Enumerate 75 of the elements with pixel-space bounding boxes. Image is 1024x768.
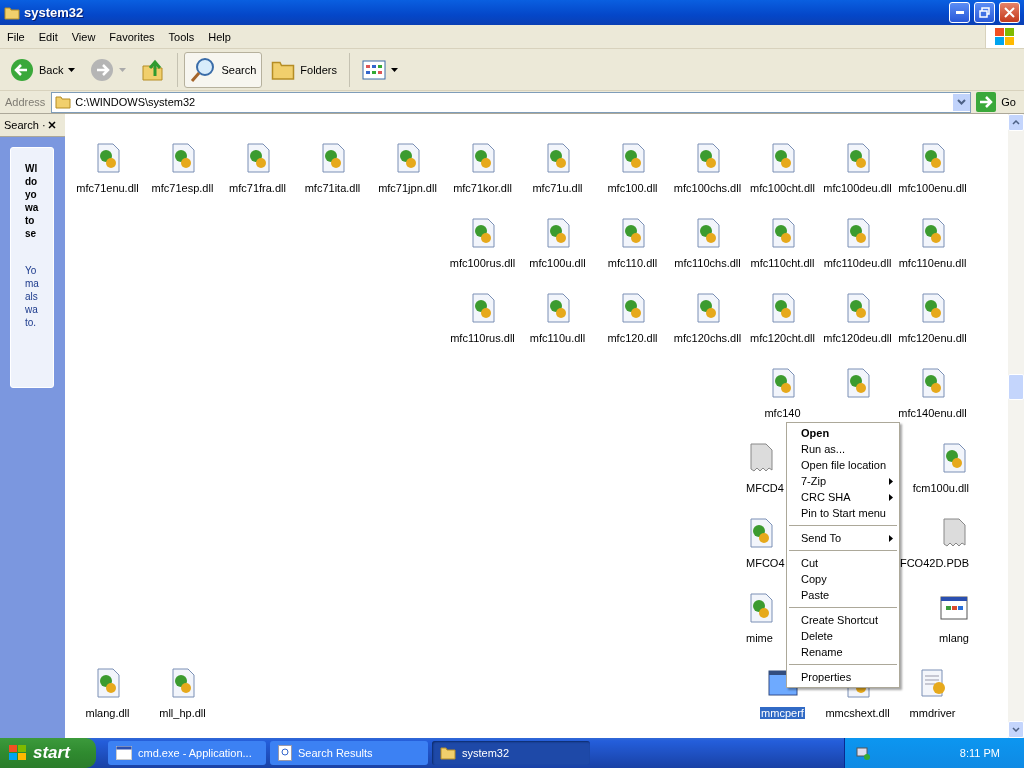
file-name[interactable]: mfc100u.dll: [528, 257, 587, 269]
file-name[interactable]: mlang: [938, 632, 970, 644]
file-name[interactable]: mmcshext.dll: [824, 707, 891, 719]
file-name[interactable]: mfc100enu.dll: [897, 182, 968, 194]
address-label: Address: [4, 96, 47, 108]
search-question: Wl do yo wa to se: [25, 162, 40, 240]
file-name[interactable]: mfc100deu.dll: [822, 182, 893, 194]
file-name[interactable]: mmdriver: [908, 707, 957, 719]
file-name[interactable]: mfc120cht.dll: [749, 332, 816, 344]
search-button[interactable]: Search: [184, 51, 263, 88]
file-name[interactable]: mfc120deu.dll: [822, 332, 893, 344]
file-name[interactable]: MFCD4: [745, 482, 785, 494]
menu-item[interactable]: Run as...: [787, 441, 899, 457]
file-name[interactable]: mfc110chs.dll: [673, 257, 742, 269]
file-name[interactable]: mfc100.dll: [606, 182, 659, 194]
file-name[interactable]: mlang.dll: [84, 707, 131, 719]
file-name[interactable]: mfc110cht.dll: [749, 257, 816, 269]
pane-title: Search ·: [4, 119, 46, 131]
menu-item[interactable]: Delete: [787, 628, 899, 644]
file-name[interactable]: mfc120chs.dll: [672, 332, 743, 344]
address-field[interactable]: C:\WINDOWS\system32: [51, 91, 972, 113]
file-name[interactable]: mfc71esp.dll: [150, 182, 215, 194]
menu-item[interactable]: Tools: [161, 30, 202, 43]
menu-item[interactable]: Cut: [787, 555, 899, 571]
clock: 8:11 PM: [959, 747, 1000, 759]
file-name[interactable]: mfc71kor.dll: [452, 182, 513, 194]
search-hint: Yo ma als wa to.: [25, 264, 40, 329]
menu-item[interactable]: File: [0, 30, 32, 43]
file-name[interactable]: fcm100u.dll: [911, 482, 970, 494]
file-name[interactable]: mfc110rus.dll: [449, 332, 516, 344]
menu-item[interactable]: Send To: [787, 530, 899, 546]
back-button[interactable]: Back: [4, 51, 82, 88]
menu-item[interactable]: 7-Zip: [787, 473, 899, 489]
file-name[interactable]: mime: [745, 632, 774, 644]
file-name[interactable]: mfc110.dll: [606, 257, 659, 269]
search-pane-tab[interactable]: Search ·: [0, 114, 65, 137]
taskbar-button[interactable]: system32: [432, 741, 590, 765]
file-name[interactable]: MFCO4: [745, 557, 786, 569]
file-name[interactable]: mmcperf: [760, 707, 805, 719]
file-name[interactable]: mfc110u.dll: [528, 332, 587, 344]
menu-item[interactable]: View: [64, 30, 103, 43]
file-name[interactable]: mfc100rus.dll: [448, 257, 517, 269]
menu-item[interactable]: Properties: [787, 669, 899, 685]
file-name[interactable]: mfc140: [763, 407, 802, 419]
file-name[interactable]: mfc71u.dll: [531, 182, 584, 194]
file-name[interactable]: mfc71fra.dll: [228, 182, 287, 194]
file-name[interactable]: mfc71ita.dll: [303, 182, 362, 194]
menu-item[interactable]: Open: [787, 425, 899, 441]
menu-item[interactable]: CRC SHA: [787, 489, 899, 505]
menu-item[interactable]: Rename: [787, 644, 899, 660]
menu-item[interactable]: Help: [201, 30, 238, 43]
menu-item[interactable]: Paste: [787, 587, 899, 603]
folders-button[interactable]: Folders: [265, 51, 343, 88]
file-name[interactable]: mfc100chs.dll: [672, 182, 743, 194]
menu-item[interactable]: Copy: [787, 571, 899, 587]
window-title: system32: [24, 5, 85, 20]
file-name[interactable]: mfc120enu.dll: [897, 332, 968, 344]
file-name[interactable]: mfc100cht.dll: [749, 182, 816, 194]
go-button[interactable]: Go: [974, 92, 1022, 112]
file-name[interactable]: mfc120.dll: [606, 332, 659, 344]
file-name[interactable]: mfc110enu.dll: [897, 257, 968, 269]
menu-item[interactable]: Open file location: [787, 457, 899, 473]
menu-item[interactable]: Create Shortcut: [787, 612, 899, 628]
menu-item[interactable]: Pin to Start menu: [787, 505, 899, 521]
file-name[interactable]: mfc110deu.dll: [822, 257, 893, 269]
file-name[interactable]: FCO42D.PDB: [898, 557, 970, 569]
file-name[interactable]: mll_hp.dll: [158, 707, 207, 719]
file-name[interactable]: mfc140enu.dll: [897, 407, 968, 419]
menu-item[interactable]: Favorites: [102, 30, 162, 43]
taskbar-button[interactable]: cmd.exe - Application...: [108, 741, 266, 765]
taskbar-button[interactable]: Search Results: [270, 741, 428, 765]
menu-item[interactable]: Edit: [31, 30, 65, 43]
file-name[interactable]: mfc71enu.dll: [75, 182, 140, 194]
start-button[interactable]: start: [0, 738, 96, 768]
file-name[interactable]: mfc71jpn.dll: [377, 182, 438, 194]
